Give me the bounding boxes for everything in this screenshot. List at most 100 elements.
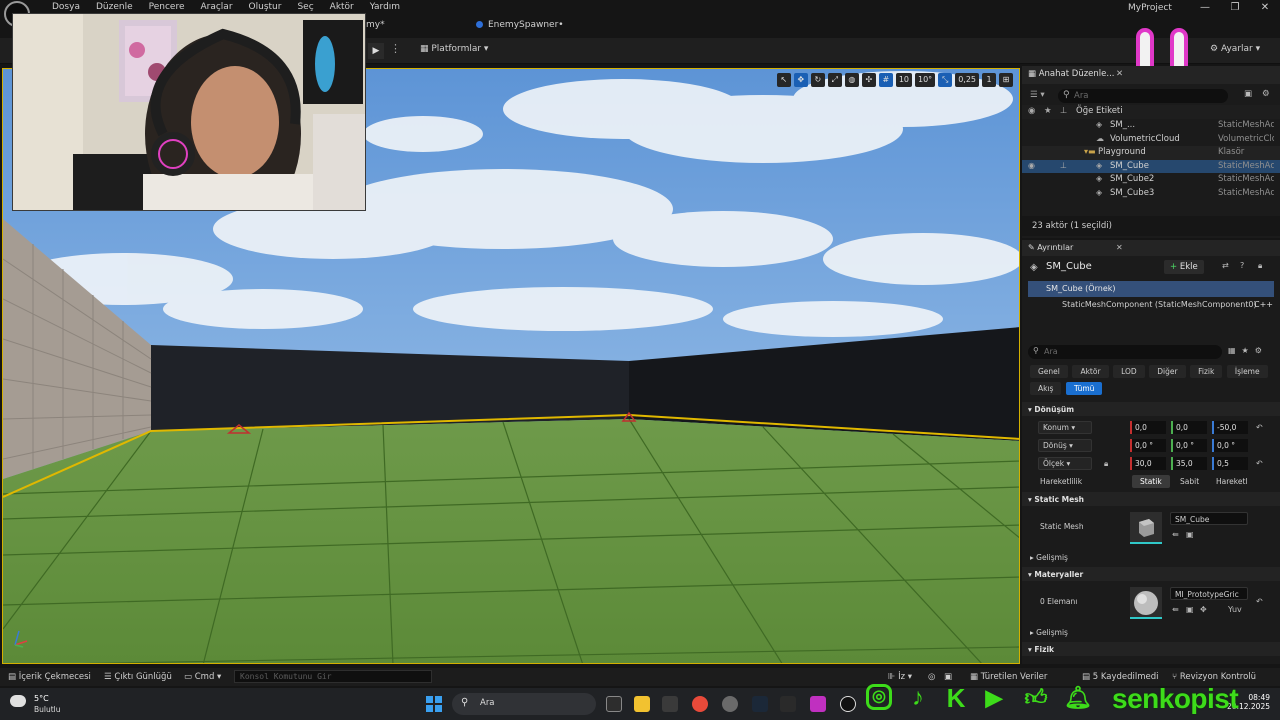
location-x[interactable]: 0,0 [1130, 421, 1166, 434]
filter-streaming[interactable]: Akış [1030, 382, 1062, 395]
tab-level[interactable]: my* [366, 20, 385, 30]
browse-asset-icon[interactable]: ⇚ [1172, 530, 1179, 539]
reset-icon[interactable]: ↶ [1256, 459, 1263, 468]
column-item-label[interactable]: Öğe Etiketi [1076, 106, 1123, 116]
surface-snap-icon[interactable]: ✣ [861, 73, 876, 87]
add-component-button[interactable]: + Ekle [1164, 260, 1204, 274]
browse-asset-icon[interactable]: ⇚ [1172, 605, 1179, 614]
location-y[interactable]: 0,0 [1171, 421, 1207, 434]
material-options-icon[interactable]: ✥ [1200, 605, 1207, 614]
row-static-mesh-advanced[interactable]: ▸ Gelişmiş [1022, 550, 1280, 566]
filter-rendering[interactable]: İşleme [1226, 365, 1268, 378]
play-button[interactable]: ▶ [368, 43, 384, 59]
help-icon[interactable]: ? [1240, 261, 1244, 270]
camera-speed-value[interactable]: 1 [982, 73, 996, 87]
grid-snap-toggle[interactable]: # [878, 73, 893, 87]
rotation-z[interactable]: 0,0 ° [1212, 439, 1248, 452]
menu-build[interactable]: Oluştur [241, 2, 290, 12]
console-command-input[interactable]: Konsol Komutunu Gir [234, 670, 432, 683]
select-mode-icon[interactable]: ↖ [776, 73, 791, 87]
menu-actor[interactable]: Aktör [322, 2, 362, 12]
store-icon[interactable] [662, 696, 678, 712]
filter-icon[interactable]: ☰ ▾ [1030, 90, 1045, 100]
menu-window[interactable]: Pencere [141, 2, 193, 12]
unreal-engine-icon[interactable] [840, 696, 856, 712]
outliner-row[interactable]: ◈ SM_Cube3 StaticMeshAc [1022, 187, 1280, 201]
material-asset-dropdown[interactable]: MI_PrototypeGric [1170, 587, 1248, 600]
play-options-icon[interactable]: ⋮ [390, 42, 401, 55]
rotation-x[interactable]: 0,0 ° [1130, 439, 1166, 452]
viewport-layout-icon[interactable]: ⊞ [999, 73, 1013, 87]
grid-snap-value[interactable]: 10 [895, 73, 912, 87]
section-materials[interactable]: ▾ Materyaller [1022, 567, 1280, 581]
section-physics[interactable]: ▾ Fizik [1022, 642, 1280, 656]
location-dropdown[interactable]: Konum ▾ [1038, 421, 1092, 434]
scale-x[interactable]: 30,0 [1130, 457, 1166, 470]
use-selected-icon[interactable]: ▣ [1186, 530, 1194, 539]
visibility-icon[interactable]: ◉ [1028, 161, 1035, 170]
outliner-tab[interactable]: ▦ Anahat Düzenle... ✕ [1022, 66, 1280, 84]
pin-icon[interactable]: ⊥ [1060, 161, 1067, 170]
static-mesh-thumbnail[interactable] [1130, 512, 1162, 544]
menu-help[interactable]: Yardım [362, 2, 408, 12]
steam-icon[interactable] [752, 696, 768, 712]
tab-enemy-spawner[interactable]: EnemySpawner• [476, 20, 564, 30]
close-icon[interactable]: ✕ [1116, 243, 1123, 252]
use-selected-icon[interactable]: ▣ [1186, 605, 1194, 614]
details-view-options[interactable]: ▦★⚙ [1228, 346, 1268, 355]
chrome-icon[interactable] [692, 696, 708, 712]
blueprint-icon[interactable]: ⇄ [1222, 261, 1229, 270]
scale-snap-toggle[interactable]: ⤡ [938, 73, 953, 87]
filter-misc[interactable]: Diğer [1149, 365, 1186, 378]
scale-y[interactable]: 35,0 [1171, 457, 1207, 470]
menu-tools[interactable]: Araçlar [192, 2, 240, 12]
outliner-folder-row[interactable]: ▾▬ Playground Klasör [1022, 146, 1280, 160]
content-drawer-button[interactable]: ▤ İçerik Çekmecesi [8, 672, 91, 682]
task-view-icon[interactable] [606, 696, 622, 712]
file-explorer-icon[interactable] [634, 696, 650, 712]
details-tab[interactable]: ✎ Ayrıntılar ✕ [1022, 240, 1280, 256]
mobility-movable[interactable]: Hareketl [1208, 475, 1255, 488]
location-z[interactable]: -50,0 [1212, 421, 1248, 434]
rotation-snap-value[interactable]: 10° [915, 73, 936, 87]
outliner-row[interactable]: ◉ ⊥ ◈ SM_Cube StaticMeshAc [1022, 159, 1280, 173]
add-folder-icon[interactable]: ▣ [1244, 89, 1252, 99]
star-icon[interactable]: ★ [1044, 106, 1052, 116]
cmd-dropdown[interactable]: ▭ Cmd ▾ [184, 672, 221, 682]
gear-icon[interactable]: ⚙ [1262, 89, 1270, 99]
maximize-button[interactable]: ❐ [1220, 0, 1250, 16]
details-search-input[interactable]: Ara [1028, 345, 1222, 359]
scale-tool-icon[interactable]: ⤢ [827, 73, 842, 87]
close-button[interactable]: ✕ [1250, 0, 1280, 16]
rotate-tool-icon[interactable]: ↻ [810, 73, 825, 87]
reset-icon[interactable]: ↶ [1256, 423, 1263, 432]
outliner-search-input[interactable]: Ara [1058, 89, 1228, 103]
rotation-y[interactable]: 0,0 ° [1171, 439, 1207, 452]
static-mesh-asset-dropdown[interactable]: SM_Cube [1170, 512, 1248, 525]
section-transform[interactable]: ▾ Dönüşüm [1022, 402, 1280, 416]
visibility-icon[interactable]: ◉ [1028, 106, 1035, 116]
streaming-app-icon[interactable] [810, 696, 826, 712]
filter-actor[interactable]: Aktör [1072, 365, 1109, 378]
filter-general[interactable]: Genel [1030, 365, 1068, 378]
menu-select[interactable]: Seç [289, 2, 321, 12]
output-log-button[interactable]: ☰ Çıktı Günlüğü [104, 672, 172, 682]
mobility-static[interactable]: Statik [1132, 475, 1170, 488]
rotation-dropdown[interactable]: Dönüş ▾ [1038, 439, 1092, 452]
reset-icon[interactable]: ↶ [1256, 597, 1263, 606]
outliner-row[interactable]: ☁ VolumetricCloud VolumetricClo [1022, 133, 1280, 147]
mobility-stationary[interactable]: Sabit [1172, 475, 1207, 488]
lock-icon[interactable]: 🔒︎ [1258, 261, 1262, 271]
outliner-row[interactable]: ◈ SM_... StaticMeshAc [1022, 119, 1280, 133]
epic-games-icon[interactable] [780, 696, 796, 712]
scale-z[interactable]: 0,5 [1212, 457, 1248, 470]
lock-icon[interactable]: 🔒︎ [1104, 459, 1108, 469]
windows-start-icon[interactable] [426, 696, 442, 712]
scale-dropdown[interactable]: Ölçek ▾ [1038, 457, 1092, 470]
component-static-mesh[interactable]: StaticMeshComponent (StaticMeshComponent… [1028, 297, 1274, 313]
row-material-advanced[interactable]: ▸ Gelişmiş [1022, 625, 1280, 641]
taskbar-search[interactable]: ⚲ Ara [452, 693, 596, 715]
translate-tool-icon[interactable]: ✥ [793, 73, 808, 87]
menu-edit[interactable]: Düzenle [88, 2, 141, 12]
outliner-row[interactable]: ◈ SM_Cube2 StaticMeshAc [1022, 173, 1280, 187]
